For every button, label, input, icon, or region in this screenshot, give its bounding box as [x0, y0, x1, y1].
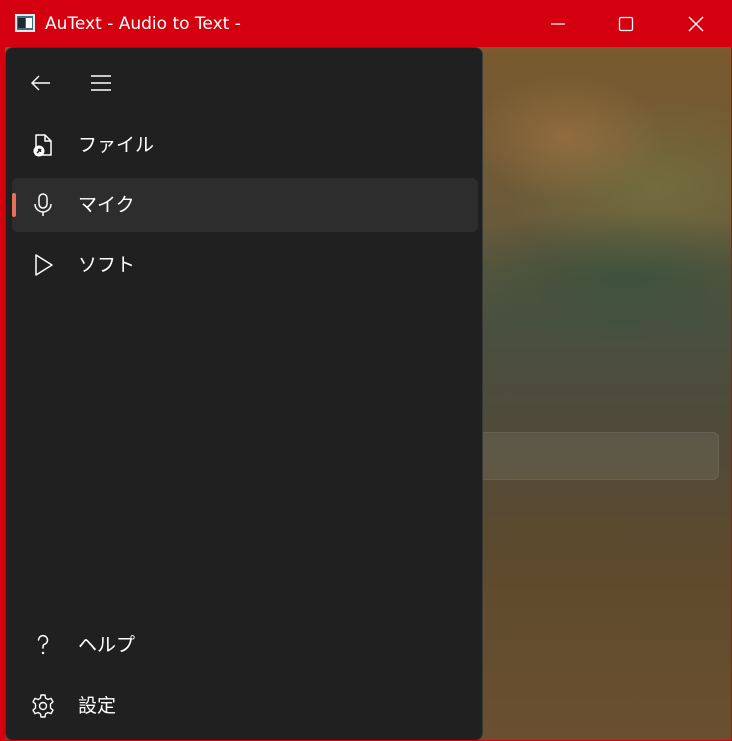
- nav-item-help[interactable]: ヘルプ: [12, 618, 478, 672]
- nav-item-label: 設定: [78, 695, 117, 717]
- maximize-icon: [618, 16, 634, 32]
- selection-indicator: [12, 193, 16, 217]
- back-arrow-icon: [31, 75, 50, 91]
- close-icon: [688, 16, 704, 32]
- close-button[interactable]: [661, 1, 731, 47]
- menu-toggle-button[interactable]: [81, 65, 121, 101]
- play-icon: [35, 254, 53, 276]
- nav-item-settings[interactable]: 設定: [12, 679, 478, 733]
- content-input-field: [475, 432, 719, 480]
- nav-item-label: ファイル: [78, 134, 155, 156]
- navigation-pane: ファイル マイク ソフト ヘルプ 設定: [5, 47, 483, 740]
- nav-item-label: ソフト: [78, 254, 136, 276]
- app-window: AuText - Audio to Text - ファイル マイク ソフト ヘル…: [0, 0, 732, 741]
- nav-item-software[interactable]: ソフト: [12, 238, 478, 292]
- nav-item-label: ヘルプ: [78, 634, 136, 656]
- help-icon: [37, 634, 49, 655]
- back-button[interactable]: [21, 65, 61, 101]
- minimize-icon: [551, 23, 565, 25]
- nav-item-file[interactable]: ファイル: [12, 118, 478, 172]
- hamburger-menu-icon: [91, 75, 111, 91]
- window-title: AuText - Audio to Text -: [45, 14, 241, 34]
- title-bar[interactable]: AuText - Audio to Text -: [1, 1, 731, 47]
- microphone-icon: [34, 193, 52, 216]
- maximize-button[interactable]: [591, 1, 661, 47]
- nav-item-microphone[interactable]: マイク: [12, 178, 478, 232]
- audio-file-icon: [33, 134, 52, 157]
- nav-item-label: マイク: [78, 194, 135, 216]
- gear-icon: [32, 694, 54, 718]
- minimize-button[interactable]: [523, 1, 593, 47]
- app-icon: [15, 14, 35, 32]
